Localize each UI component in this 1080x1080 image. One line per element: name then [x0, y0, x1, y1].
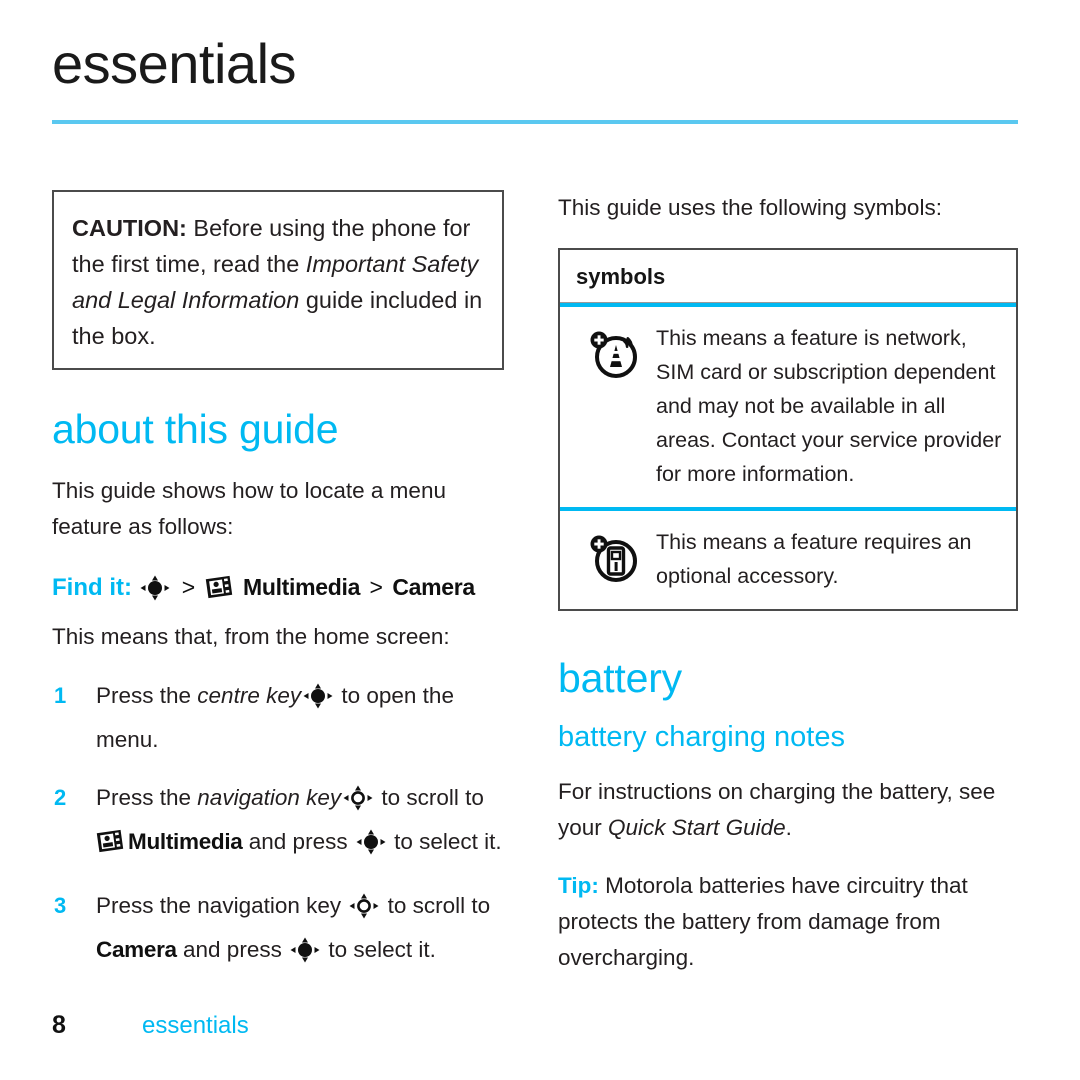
- find-it-camera-label: Camera: [392, 574, 475, 601]
- find-it-multimedia-label: Multimedia: [242, 574, 361, 601]
- battery-text-part2: .: [785, 814, 792, 840]
- centre-key-icon: [290, 937, 320, 975]
- caution-text: CAUTION: Before using the phone for the …: [72, 210, 484, 354]
- page-number: 8: [52, 1011, 66, 1039]
- step-text-part4: to select it.: [387, 829, 502, 855]
- find-it-separator-2: >: [369, 574, 383, 601]
- step-text-part2: to scroll to: [375, 785, 484, 811]
- step-text-part3: and press: [176, 937, 289, 963]
- step-number: 1: [54, 683, 67, 709]
- manual-page: essentials CAUTION: Before using the pho…: [0, 0, 1080, 1080]
- step-text-part3: and press: [242, 829, 354, 855]
- multimedia-filmstrip-icon: [205, 572, 233, 612]
- tip-text: Tip: Motorola batteries have circuitry t…: [558, 868, 1018, 976]
- step-menu-name: Multimedia: [128, 829, 243, 855]
- tip-body: Motorola batteries have circuitry that p…: [558, 872, 968, 970]
- caution-box: CAUTION: Before using the phone for the …: [52, 190, 504, 370]
- left-column: CAUTION: Before using the phone for the …: [52, 190, 512, 995]
- step-number: 3: [54, 893, 67, 919]
- step-italic-term: navigation key: [197, 785, 342, 811]
- page-title: essentials: [52, 32, 297, 95]
- table-cell-text: This means a feature is network, SIM car…: [656, 326, 1002, 486]
- about-this-guide-heading: about this guide: [52, 406, 339, 452]
- quick-start-guide-title: Quick Start Guide: [608, 814, 786, 840]
- network-dependent-icon: [570, 321, 656, 381]
- battery-instructions-text: For instructions on charging the battery…: [558, 774, 1018, 846]
- right-column: This guide uses the following symbols: s…: [558, 190, 1018, 998]
- page-footer: 8 essentials: [52, 1011, 249, 1040]
- about-intro-text: This guide shows how to locate a menu fe…: [52, 478, 446, 540]
- optional-accessory-icon: [570, 525, 656, 585]
- step-number: 2: [54, 785, 67, 811]
- navigation-key-icon: [343, 785, 373, 823]
- table-cell-text: This means a feature requires an optiona…: [656, 530, 972, 588]
- caution-label: CAUTION:: [72, 215, 187, 241]
- navigation-key-icon: [349, 893, 379, 931]
- centre-key-icon: [303, 683, 333, 721]
- find-it-separator-1: >: [181, 574, 196, 601]
- step-text-part1: Press the: [96, 683, 198, 709]
- step-text-part1: Press the navigation key: [96, 893, 348, 919]
- battery-heading: battery: [558, 655, 682, 701]
- step-text-part1: Press the: [96, 785, 198, 811]
- step-italic-term: centre key: [197, 683, 302, 709]
- footer-section-label: essentials: [142, 1012, 249, 1039]
- symbols-table-header: symbols: [560, 250, 1016, 303]
- symbols-table: symbols This means a feature is network,…: [558, 248, 1018, 611]
- means-that-text: This means that, from the home screen:: [52, 624, 450, 650]
- steps-list: 1 Press the centre key to open the menu. …: [52, 677, 512, 975]
- step-item: 2 Press the navigation key to scroll to: [52, 779, 512, 867]
- step-item: 1 Press the centre key to open the menu.: [52, 677, 512, 759]
- multimedia-filmstrip-icon: [96, 828, 124, 866]
- step-item: 3 Press the navigation key to scroll to C…: [52, 887, 512, 975]
- header-divider-rule: [52, 120, 1018, 124]
- find-it-line: Find it: > Multimedia > Camera: [52, 567, 512, 613]
- battery-charging-notes-heading: battery charging notes: [558, 721, 845, 754]
- centre-key-icon: [140, 573, 170, 613]
- table-row: This means a feature requires an optiona…: [560, 511, 1016, 609]
- symbols-intro-text: This guide uses the following symbols:: [558, 195, 942, 220]
- step-menu-name: Camera: [96, 937, 177, 963]
- table-row: This means a feature is network, SIM car…: [560, 307, 1016, 507]
- find-it-label: Find it:: [52, 574, 132, 602]
- step-text-part2: to scroll to: [381, 893, 491, 919]
- centre-key-icon: [356, 829, 386, 867]
- tip-label: Tip:: [558, 872, 599, 898]
- step-text-part4: to select it.: [322, 937, 436, 963]
